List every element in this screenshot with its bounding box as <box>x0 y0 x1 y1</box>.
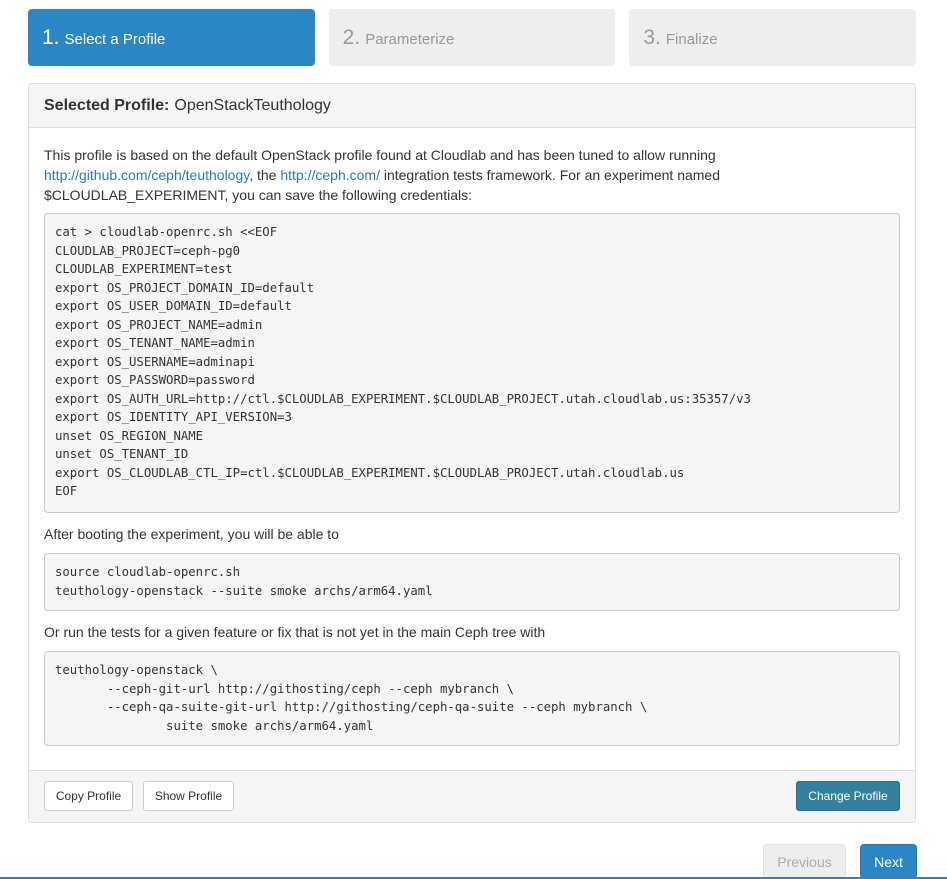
branch-tests-code-block[interactable]: teuthology-openstack \ --ceph-git-url ht… <box>44 651 900 746</box>
step-label: Select a Profile <box>64 31 166 48</box>
copy-profile-button[interactable]: Copy Profile <box>44 781 133 811</box>
step-label: Parameterize <box>365 31 455 48</box>
intro-text: This profile is based on the default Ope… <box>44 147 716 163</box>
intro-paragraph: This profile is based on the default Ope… <box>44 145 900 205</box>
step-number: 1. <box>42 25 60 49</box>
step-number: 3. <box>643 25 661 49</box>
show-profile-button[interactable]: Show Profile <box>143 781 234 811</box>
credentials-code-block[interactable]: cat > cloudlab-openrc.sh <<EOF CLOUDLAB_… <box>44 213 900 513</box>
after-boot-paragraph: After booting the experiment, you will b… <box>44 526 339 542</box>
previous-button[interactable]: Previous <box>763 844 846 879</box>
step-finalize[interactable]: 3. Finalize <box>629 9 917 66</box>
ceph-link[interactable]: http://ceph.com/ <box>280 167 380 183</box>
step-parameterize[interactable]: 2. Parameterize <box>328 9 616 66</box>
feature-tests-paragraph: Or run the tests for a given feature or … <box>44 624 546 640</box>
step-label: Finalize <box>665 31 718 48</box>
step-select-profile[interactable]: 1. Select a Profile <box>28 9 315 66</box>
step-number: 2. <box>342 25 361 49</box>
profile-description: This profile is based on the default Ope… <box>29 129 915 746</box>
run-tests-code-block[interactable]: source cloudlab-openrc.sh teuthology-ope… <box>44 553 900 611</box>
panel-footer: Copy Profile Show Profile Change Profile <box>29 770 915 822</box>
heading-label: Selected Profile: <box>44 96 170 114</box>
github-link[interactable]: http://github.com/ceph/teuthology <box>44 167 249 183</box>
profile-name: OpenStackTeuthology <box>174 96 331 114</box>
profile-wizard-page: 1. Select a Profile 2. Parameterize 3. F… <box>0 0 947 879</box>
intro-text: , the <box>249 167 281 183</box>
panel-heading: Selected Profile: OpenStackTeuthology <box>29 84 915 128</box>
change-profile-button[interactable]: Change Profile <box>796 781 900 811</box>
selected-profile-panel: Selected Profile: OpenStackTeuthology Th… <box>28 83 916 823</box>
wizard-steps: 1. Select a Profile 2. Parameterize 3. F… <box>28 9 917 66</box>
next-button[interactable]: Next <box>860 844 917 879</box>
